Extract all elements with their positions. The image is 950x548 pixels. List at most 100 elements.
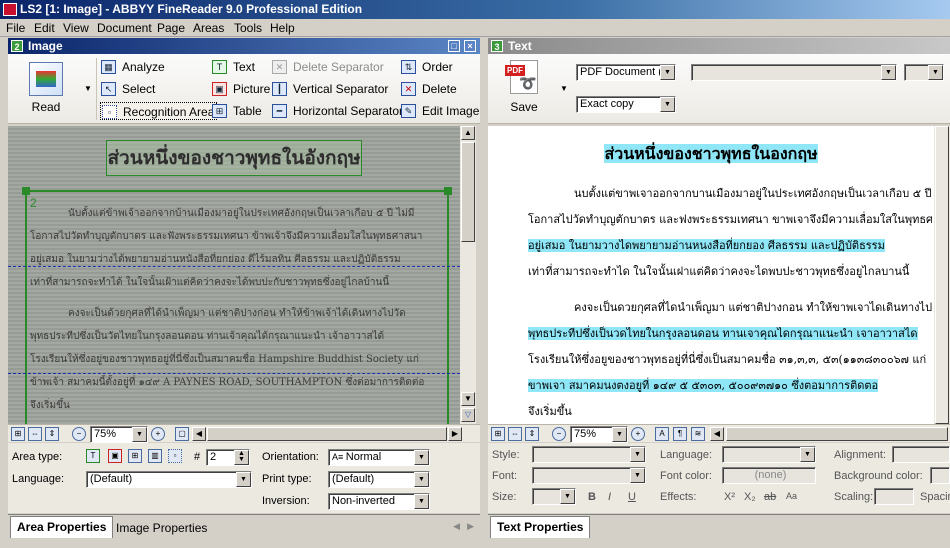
image-zoom-select[interactable]: 75% ▼	[90, 426, 148, 443]
font-color-button[interactable]: (none)	[722, 467, 816, 484]
paragraph-marks-icon[interactable]: ¶	[673, 427, 687, 441]
menu-edit[interactable]: Edit	[34, 21, 55, 35]
chevron-down-icon[interactable]: ▼	[800, 447, 815, 462]
fit-width-icon[interactable]: ⇔	[28, 427, 42, 441]
orientation-select[interactable]: A≡ Normal ▼	[328, 449, 430, 466]
zoom-out-icon[interactable]: −	[72, 427, 86, 441]
recognition-area-type-icon[interactable]: ▫	[168, 449, 182, 463]
chevron-down-icon[interactable]: ▼	[132, 427, 147, 442]
chevron-down-icon[interactable]: ▼	[928, 65, 943, 80]
analyze-button[interactable]: ▦ Analyze	[100, 58, 165, 76]
menu-file[interactable]: File	[6, 21, 25, 35]
table-area-type-icon[interactable]: ⊞	[128, 449, 142, 463]
pane-splitter[interactable]	[482, 38, 487, 548]
scroll-thumb[interactable]	[726, 427, 948, 441]
tab-text-properties[interactable]: Text Properties	[490, 516, 591, 538]
fit-width-icon[interactable]: ⇔	[508, 427, 522, 441]
delete-button[interactable]: ✕ Delete	[400, 80, 457, 98]
restore-icon[interactable]: □	[448, 40, 460, 52]
resize-handle[interactable]	[22, 187, 30, 195]
chevron-down-icon[interactable]: ▼	[660, 65, 675, 80]
chevron-down-icon[interactable]: ▼	[612, 427, 627, 442]
scaling-input[interactable]	[874, 488, 914, 505]
chevron-down-icon[interactable]: ▼	[414, 472, 429, 487]
recognition-area-button[interactable]: ▫ Recognition Area	[100, 102, 218, 120]
vertical-separator-button[interactable]: ┃ Vertical Separator	[271, 80, 388, 98]
tab-next-icon[interactable]: ▶	[467, 521, 474, 532]
text-document[interactable]: ส่วนหนึ่งของชาวพุทธในองกฤษ นบตั้งแต่ขาพเ…	[488, 126, 934, 424]
read-button[interactable]: Read	[22, 62, 70, 120]
zoom-out-icon[interactable]: −	[552, 427, 566, 441]
menu-tools[interactable]: Tools	[234, 21, 262, 35]
bold-icon[interactable]: B	[588, 491, 596, 503]
scroll-thumb[interactable]	[207, 427, 447, 441]
chevron-down-icon[interactable]: ▼	[660, 97, 675, 112]
subscript-icon[interactable]: X₂	[744, 491, 756, 503]
inversion-select[interactable]: Non-inverted ▼	[328, 493, 430, 510]
select-button[interactable]: ↖ Select	[100, 80, 155, 98]
style-select[interactable]: ▼	[532, 446, 646, 463]
fit-height-icon[interactable]: ⇕	[45, 427, 59, 441]
text-zoom-select[interactable]: 75% ▼	[570, 426, 628, 443]
chevron-down-icon[interactable]: ▼	[560, 489, 575, 504]
background-color-button[interactable]	[930, 467, 950, 484]
fit-page-icon[interactable]: ⊞	[491, 427, 505, 441]
font-name-select[interactable]: ▼	[691, 64, 897, 81]
scroll-right-icon[interactable]: ▶	[448, 427, 462, 441]
tab-area-properties[interactable]: Area Properties	[10, 516, 114, 538]
chevron-down-icon[interactable]: ▼	[236, 472, 251, 487]
scroll-left-icon[interactable]: ◀	[710, 427, 724, 441]
chevron-down-icon[interactable]: ▼	[630, 468, 645, 483]
close-icon[interactable]: ×	[464, 40, 476, 52]
page-down-icon[interactable]: ▽	[461, 408, 475, 422]
text-vertical-scrollbar[interactable]	[934, 126, 950, 424]
menu-areas[interactable]: Areas	[193, 21, 224, 35]
font-view-icon[interactable]: A	[655, 427, 669, 441]
format-select[interactable]: PDF Document (*.pdf)▼	[576, 64, 676, 81]
text-language-select[interactable]: ▼	[722, 446, 816, 463]
chevron-down-icon[interactable]: ▼	[881, 65, 896, 80]
picture-area-button[interactable]: ▣ Picture	[211, 80, 270, 98]
save-dropdown-icon[interactable]: ▼	[560, 84, 568, 93]
print-type-select[interactable]: (Default) ▼	[328, 471, 430, 488]
fit-page-icon[interactable]: ⊞	[11, 427, 25, 441]
zoom-in-icon[interactable]: +	[151, 427, 165, 441]
picture-area-type-icon[interactable]: ▣	[108, 449, 122, 463]
tab-image-properties[interactable]: Image Properties	[110, 518, 213, 538]
save-button[interactable]: PDF ➰ Save	[498, 60, 550, 120]
scroll-down-icon[interactable]: ▼	[461, 392, 475, 406]
font-select[interactable]: ▼	[532, 467, 646, 484]
resize-handle[interactable]	[444, 187, 452, 195]
tab-prev-icon[interactable]: ◀	[453, 521, 460, 532]
menu-help[interactable]: Help	[270, 21, 295, 35]
selection-icon[interactable]: ▢	[175, 427, 189, 441]
barcode-area-type-icon[interactable]: ▥	[148, 449, 162, 463]
horizontal-separator-button[interactable]: ━ Horizontal Separator	[271, 102, 403, 120]
underline-icon[interactable]: U	[628, 491, 636, 503]
text-area-type-icon[interactable]: T	[86, 449, 100, 463]
table-area-button[interactable]: ⊞ Table	[211, 102, 262, 120]
size-select[interactable]: ▼	[532, 488, 576, 505]
area-number-spinner[interactable]: 2 ▲ ▼	[206, 449, 250, 466]
scroll-up-icon[interactable]: ▲	[461, 126, 475, 140]
font-size-select[interactable]: ▼	[904, 64, 944, 81]
heading-text-area[interactable]: ส่วนหนึ่งของชาวพุทธในอังกฤษ	[106, 140, 362, 176]
alignment-select[interactable]	[892, 446, 950, 463]
image-vertical-scrollbar[interactable]: ▲ ▼ ▽	[460, 126, 476, 424]
menu-page[interactable]: Page	[157, 21, 185, 35]
order-button[interactable]: ⇅ Order	[400, 58, 453, 76]
chevron-down-icon[interactable]: ▼	[630, 447, 645, 462]
edit-image-button[interactable]: ✎ Edit Image	[400, 102, 479, 120]
language-select[interactable]: (Default) ▼	[86, 471, 252, 488]
delete-separator-button[interactable]: ✕ Delete Separator	[271, 58, 384, 76]
menu-document[interactable]: Document	[97, 21, 152, 35]
small-caps-icon[interactable]: Aa	[786, 491, 797, 501]
superscript-icon[interactable]: X²	[724, 491, 735, 503]
menu-view[interactable]: View	[63, 21, 89, 35]
scanned-image[interactable]: ส่วนหนึ่งของชาวพุทธในอังกฤษ 2 นับตั้งแต่…	[8, 126, 460, 424]
italic-icon[interactable]: I	[608, 491, 611, 503]
copy-mode-select[interactable]: Exact copy ▼	[576, 96, 676, 113]
chevron-down-icon[interactable]: ▼	[414, 494, 429, 509]
read-dropdown-icon[interactable]: ▼	[84, 84, 92, 93]
scroll-left-icon[interactable]: ◀	[192, 427, 206, 441]
